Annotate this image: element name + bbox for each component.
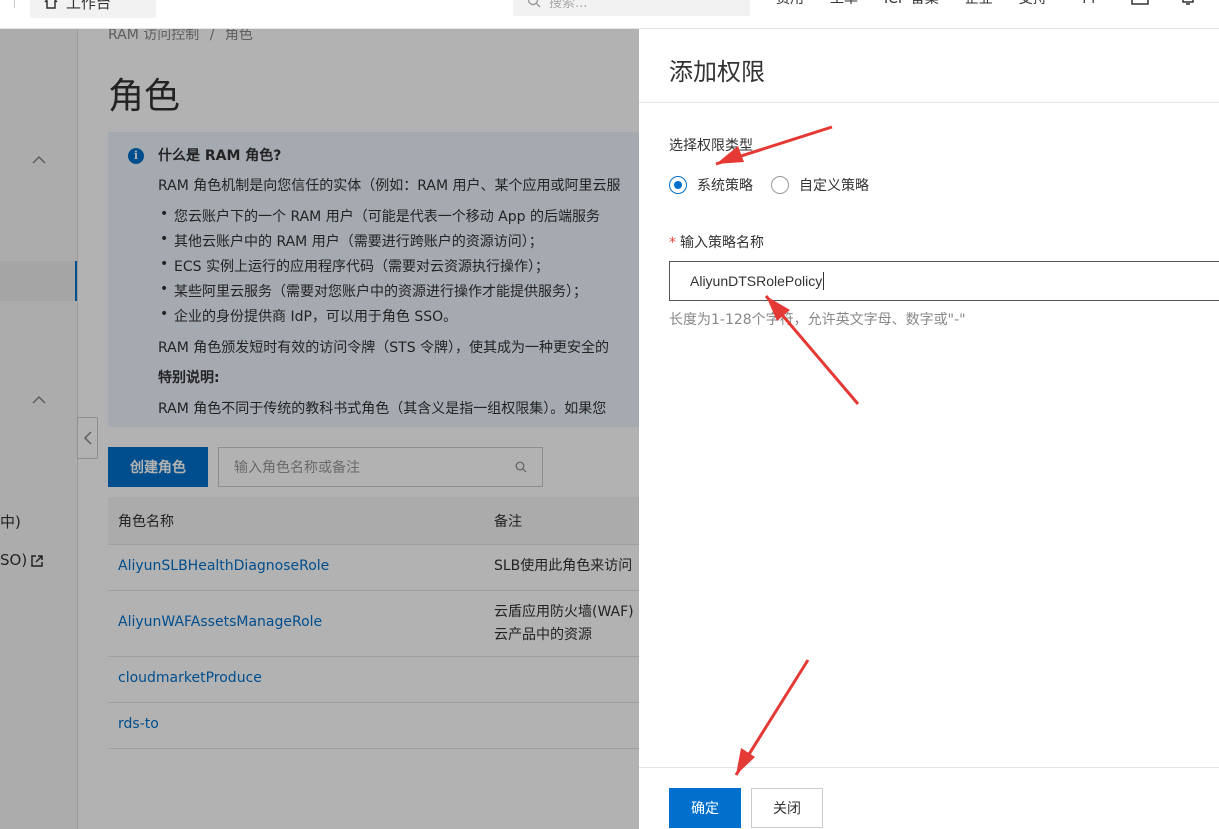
radio-custom-policy-label[interactable]: 自定义策略 (799, 175, 869, 195)
policy-name-label-text: 输入策略名称 (680, 235, 764, 251)
drawer-title: 添加权限 (669, 58, 765, 86)
policy-name-label: * 输入策略名称 (669, 232, 764, 252)
top-icons (1130, 0, 1198, 8)
close-button[interactable]: 关闭 (751, 788, 823, 828)
nav-icp[interactable]: ICP 备案 (884, 0, 939, 8)
text-cursor (823, 272, 825, 290)
drawer-header-divider (639, 102, 1219, 103)
drawer-footer-divider (639, 767, 1219, 768)
modal-overlay[interactable] (0, 29, 639, 829)
workbench-button[interactable]: 工作台 (30, 0, 156, 18)
topbar-divider (14, 0, 15, 8)
add-permission-drawer: 添加权限 选择权限类型 系统策略 自定义策略 * 输入策略名称 AliyunDTS… (639, 29, 1219, 829)
radio-system-policy[interactable] (669, 176, 687, 194)
nav-support[interactable]: 支持 (1019, 0, 1047, 8)
confirm-button[interactable]: 确定 (669, 788, 741, 828)
workbench-label: 工作台 (66, 0, 112, 12)
nav-app[interactable]: App (1073, 0, 1100, 8)
permission-type-radio-group: 系统策略 自定义策略 (669, 175, 869, 195)
required-asterisk: * (669, 235, 676, 251)
policy-name-input[interactable]: AliyunDTSRolePolicy (669, 261, 1219, 301)
top-navbar: 工作台 搜索... 费用 工单 ICP 备案 企业 支持 App (0, 0, 1219, 29)
bell-icon[interactable] (1178, 0, 1198, 8)
nav-tickets[interactable]: 工单 (830, 0, 858, 8)
permission-type-label: 选择权限类型 (669, 138, 753, 154)
nav-enterprise[interactable]: 企业 (965, 0, 993, 8)
search-icon (527, 0, 541, 8)
nav-fees[interactable]: 费用 (776, 0, 804, 8)
home-icon (44, 0, 58, 9)
policy-name-value: AliyunDTSRolePolicy (690, 273, 823, 289)
message-icon[interactable] (1130, 0, 1150, 8)
top-nav-links: 费用 工单 ICP 备案 企业 支持 App (776, 0, 1100, 8)
global-search-input[interactable]: 搜索... (513, 0, 750, 16)
global-search-placeholder: 搜索... (549, 0, 588, 11)
policy-name-hint: 长度为1-128个字符，允许英文字母、数字或"-" (669, 312, 966, 328)
radio-custom-policy[interactable] (771, 176, 789, 194)
radio-system-policy-label[interactable]: 系统策略 (697, 175, 753, 195)
